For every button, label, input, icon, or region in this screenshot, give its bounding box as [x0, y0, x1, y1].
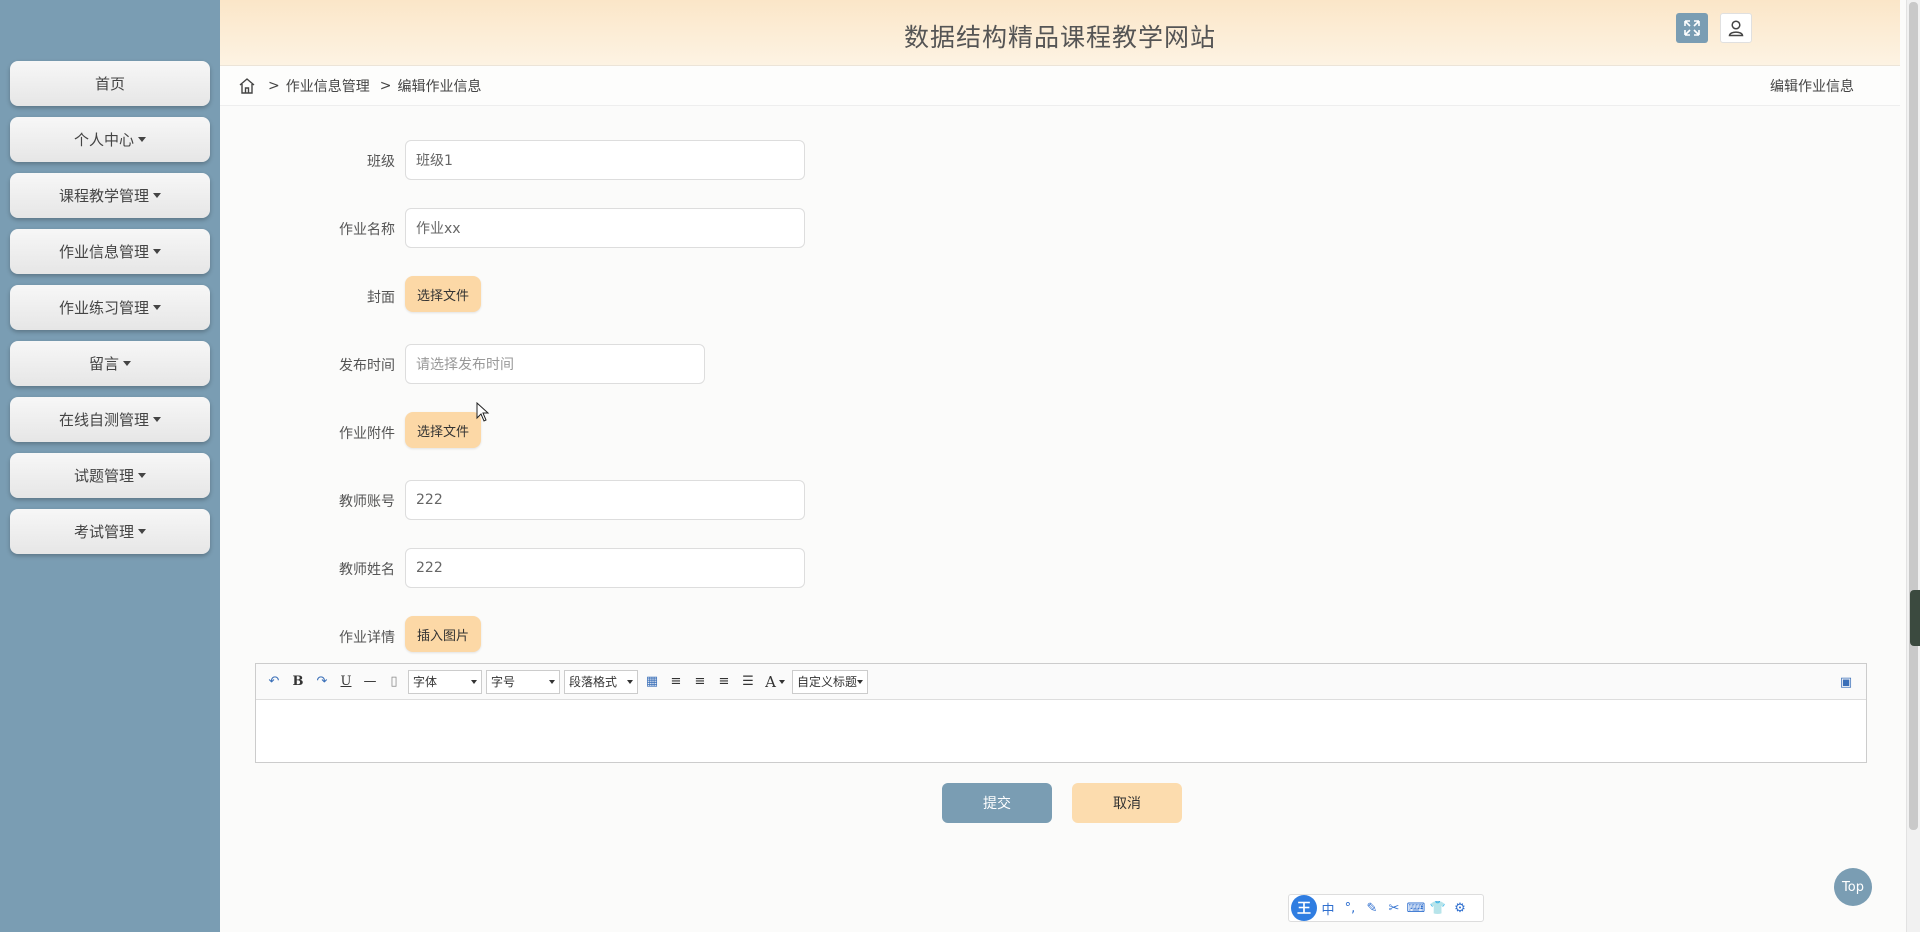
caret-down-icon: [153, 417, 161, 422]
page-scrollbar[interactable]: [1906, 0, 1920, 932]
fullscreen-editor-icon[interactable]: ▣: [1834, 671, 1858, 693]
caret-down-icon: [153, 193, 161, 198]
insert-image-button[interactable]: 插入图片: [405, 616, 482, 652]
caret-down-icon: [138, 529, 146, 534]
submit-button[interactable]: 提交: [942, 783, 1052, 823]
breadcrumb-item-current: 编辑作业信息: [397, 78, 482, 95]
header: 数据结构精品课程教学网站: [220, 0, 1900, 66]
dropdown-arrow-icon: [778, 679, 785, 684]
homework-name-input[interactable]: 作业xx: [405, 208, 805, 248]
redo-icon[interactable]: ↷: [310, 671, 334, 693]
caret-down-icon: [123, 361, 131, 366]
home-link[interactable]: [238, 76, 258, 96]
ime-chinese-mode[interactable]: 中: [1317, 899, 1339, 918]
breadcrumb-separator: >: [379, 77, 392, 94]
sidebar-item-questions[interactable]: 试题管理: [10, 453, 210, 498]
ime-settings-icon[interactable]: ⚙: [1449, 901, 1471, 916]
page-icon[interactable]: ▯: [382, 671, 406, 693]
horizontal-rule-icon[interactable]: —: [358, 671, 382, 693]
dropdown-arrow-icon: [471, 679, 477, 684]
scrollbar-thumb[interactable]: [1909, 2, 1918, 830]
caret-down-icon: [138, 473, 146, 478]
sidebar-item-homework-practice[interactable]: 作业练习管理: [10, 285, 210, 330]
bold-button[interactable]: B: [286, 671, 310, 693]
align-center-icon[interactable]: ≡: [712, 671, 736, 693]
editor-toolbar: ↶ B ↷ U — ▯ 字体 字号 段落格式 ▦ ≡ ≡ ≡ ☰ A 自定义标题…: [256, 664, 1866, 700]
publish-time-label: 发布时间: [339, 358, 395, 374]
ime-skin-icon[interactable]: 👕: [1427, 901, 1449, 916]
cover-label: 封面: [367, 290, 395, 306]
page-title: 编辑作业信息: [1770, 78, 1854, 95]
caret-down-icon: [153, 249, 161, 254]
align-right-icon[interactable]: ≡: [688, 671, 712, 693]
rich-text-editor: ↶ B ↷ U — ▯ 字体 字号 段落格式 ▦ ≡ ≡ ≡ ☰ A 自定义标题…: [255, 663, 1867, 763]
ime-handwriting-icon[interactable]: ✎: [1361, 901, 1383, 916]
attachment-label: 作业附件: [339, 426, 395, 442]
font-color-button[interactable]: A: [760, 671, 790, 693]
back-to-top-button[interactable]: Top: [1834, 868, 1872, 906]
align-left-icon[interactable]: ≡: [664, 671, 688, 693]
sidebar-item-messages[interactable]: 留言: [10, 341, 210, 386]
ime-keyboard-icon[interactable]: ⌨: [1405, 901, 1427, 916]
font-size-select[interactable]: 字号: [486, 669, 560, 694]
homework-name-label: 作业名称: [339, 222, 395, 238]
teacher-name-input[interactable]: 222: [405, 548, 805, 588]
sidebar: 首页 个人中心 课程教学管理 作业信息管理 作业练习管理 留言 在线自测管理 试…: [0, 0, 220, 932]
ime-logo[interactable]: 王: [1291, 895, 1317, 921]
dropdown-arrow-icon: [627, 679, 633, 684]
mouse-cursor-icon: [476, 402, 490, 422]
teacher-name-label: 教师姓名: [339, 562, 395, 578]
custom-title-select[interactable]: 自定义标题: [792, 669, 868, 694]
class-label: 班级: [367, 154, 395, 170]
font-family-select[interactable]: 字体: [408, 669, 482, 694]
class-input[interactable]: 班级1: [405, 140, 805, 180]
ime-punctuation-icon[interactable]: °,: [1339, 901, 1361, 916]
side-widget-tab[interactable]: [1910, 590, 1920, 646]
breadcrumb-item-homework-info[interactable]: 作业信息管理: [286, 76, 370, 96]
teacher-account-label: 教师账号: [339, 494, 395, 510]
cover-choose-file-button[interactable]: 选择文件: [405, 276, 482, 312]
fullscreen-button[interactable]: [1676, 13, 1708, 43]
align-justify-icon[interactable]: ☰: [736, 671, 760, 693]
caret-down-icon: [153, 305, 161, 310]
breadcrumb-separator: >: [268, 77, 280, 94]
breadcrumb: > 作业信息管理 > 编辑作业信息 编辑作业信息: [220, 66, 1900, 106]
sidebar-item-self-test[interactable]: 在线自测管理: [10, 397, 210, 442]
dropdown-arrow-icon: [857, 679, 863, 684]
ime-scissors-icon[interactable]: ✂: [1383, 901, 1405, 916]
user-icon: [1728, 20, 1744, 37]
home-icon: [239, 77, 255, 94]
user-button[interactable]: [1720, 13, 1752, 43]
teacher-account-input[interactable]: 222: [405, 480, 805, 520]
paragraph-format-select[interactable]: 段落格式: [564, 669, 638, 694]
sidebar-item-course-teaching[interactable]: 课程教学管理: [10, 173, 210, 218]
cancel-button[interactable]: 取消: [1072, 783, 1182, 823]
attachment-choose-file-button[interactable]: 选择文件: [405, 412, 482, 448]
publish-time-input[interactable]: 请选择发布时间: [405, 344, 705, 384]
dropdown-arrow-icon: [549, 679, 555, 684]
undo-icon[interactable]: ↶: [262, 671, 286, 693]
table-icon[interactable]: ▦: [640, 671, 664, 693]
caret-down-icon: [138, 137, 146, 142]
ime-toolbar: 王 中 °, ✎ ✂ ⌨ 👕 ⚙: [1288, 894, 1484, 922]
homework-detail-label: 作业详情: [339, 630, 395, 646]
expand-icon: [1684, 20, 1700, 36]
sidebar-item-personal-center[interactable]: 个人中心: [10, 117, 210, 162]
sidebar-item-exams[interactable]: 考试管理: [10, 509, 210, 554]
underline-button[interactable]: U: [334, 671, 358, 693]
editor-content-area[interactable]: [256, 700, 1866, 762]
sidebar-item-homework-info[interactable]: 作业信息管理: [10, 229, 210, 274]
sidebar-item-home[interactable]: 首页: [10, 61, 210, 106]
site-title: 数据结构精品课程教学网站: [903, 23, 1216, 52]
